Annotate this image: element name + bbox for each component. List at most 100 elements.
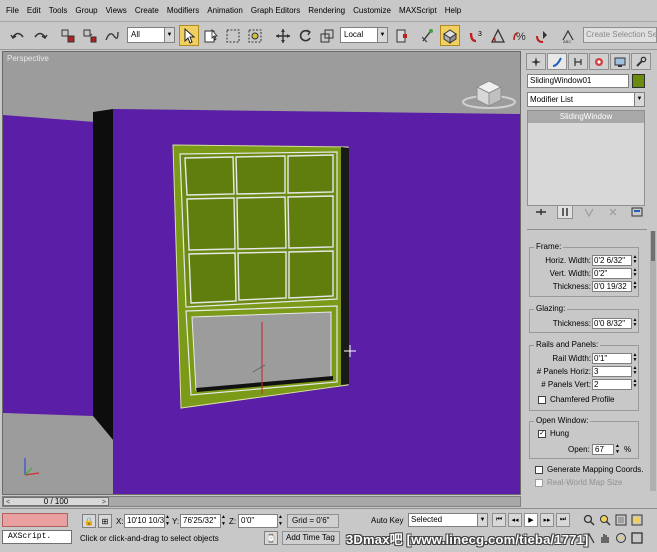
go-to-start-button[interactable]: ⏮ xyxy=(492,513,506,527)
angle-snap-button[interactable] xyxy=(488,25,508,46)
undo-button[interactable] xyxy=(8,25,28,46)
menu-graph-editors[interactable]: Graph Editors xyxy=(247,0,304,22)
time-slider-handle[interactable]: < 0 / 100 > xyxy=(3,497,109,506)
tab-motion[interactable] xyxy=(589,53,609,70)
spinner-arrows-icon[interactable]: ▲ ▼ xyxy=(632,255,638,266)
menu-modifiers[interactable]: Modifiers xyxy=(163,0,203,22)
select-by-name-button[interactable] xyxy=(201,25,221,46)
zoom-all-button[interactable] xyxy=(598,513,612,527)
spinner-arrows-icon[interactable]: ▲ ▼ xyxy=(221,514,226,528)
zoom-extents-button[interactable] xyxy=(614,513,628,527)
keyboard-shortcut-override-button[interactable] xyxy=(440,25,460,46)
modifier-list-dropdown[interactable]: Modifier List ▼ xyxy=(527,92,645,107)
object-color-swatch[interactable] xyxy=(632,74,645,88)
maximize-viewport-button[interactable] xyxy=(630,531,644,545)
snaps-toggle-button[interactable]: 3 xyxy=(466,25,486,46)
select-object-button[interactable] xyxy=(179,25,199,46)
tab-create[interactable] xyxy=(526,53,546,70)
lock-selection-icon[interactable]: 🔒 xyxy=(82,514,96,528)
window-crossing-button[interactable] xyxy=(245,25,265,46)
zoom-button[interactable] xyxy=(582,513,596,527)
spinner-arrows-icon[interactable]: ▲ ▼ xyxy=(632,318,638,329)
panels-horiz-spinner[interactable]: 3 xyxy=(592,366,632,377)
arc-rotate-button[interactable] xyxy=(614,531,628,545)
percent-snap-button[interactable]: % xyxy=(510,25,530,46)
panels-vert-spinner[interactable]: 2 xyxy=(592,379,632,390)
menu-help[interactable]: Help xyxy=(441,0,465,22)
unlink-button[interactable] xyxy=(80,25,100,46)
viewport-label[interactable]: Perspective xyxy=(7,54,49,63)
generate-mapping-checkbox[interactable] xyxy=(535,466,543,474)
redo-button[interactable] xyxy=(30,25,50,46)
hung-checkbox[interactable]: ✓ xyxy=(538,430,546,438)
menu-views[interactable]: Views xyxy=(102,0,131,22)
configure-sets-button[interactable] xyxy=(629,205,645,219)
spinner-arrows-icon[interactable]: ▲ ▼ xyxy=(632,379,638,390)
view-cube[interactable] xyxy=(462,80,516,109)
scrollbar-thumb[interactable] xyxy=(651,231,655,261)
previous-frame-button[interactable]: ◂◂ xyxy=(508,513,522,527)
chamfered-profile-checkbox[interactable] xyxy=(538,396,546,404)
menu-customize[interactable]: Customize xyxy=(349,0,395,22)
x-coord-input[interactable]: 10'10 10/3 xyxy=(124,514,165,528)
play-button[interactable]: ▶ xyxy=(524,513,538,527)
key-filter-dropdown[interactable]: Selected ▼ xyxy=(408,513,488,527)
spinner-arrows-icon[interactable]: ▲ ▼ xyxy=(632,281,638,292)
spinner-arrows-icon[interactable]: ▲ ▼ xyxy=(632,366,638,377)
menu-rendering[interactable]: Rendering xyxy=(304,0,349,22)
select-and-scale-button[interactable] xyxy=(317,25,337,46)
tab-modify[interactable] xyxy=(547,53,567,70)
pan-button[interactable] xyxy=(598,531,612,545)
tab-display[interactable] xyxy=(610,53,630,70)
bind-space-warp-button[interactable] xyxy=(102,25,122,46)
time-tag-icon[interactable]: ⌚ xyxy=(264,531,278,545)
pin-stack-button[interactable] xyxy=(533,205,549,219)
selection-filter-dropdown[interactable]: All ▼ xyxy=(127,27,175,43)
spinner-arrows-icon[interactable]: ▲ ▼ xyxy=(278,514,283,528)
spinner-arrows-icon[interactable]: ▲ ▼ xyxy=(632,353,638,364)
menu-tools[interactable]: Tools xyxy=(45,0,72,22)
real-world-map-checkbox[interactable] xyxy=(535,479,543,487)
z-coord-input[interactable]: 0'0" xyxy=(238,514,278,528)
named-selection-edit-button[interactable]: ABC xyxy=(558,25,578,46)
spinner-arrows-icon[interactable]: ▲ ▼ xyxy=(615,443,621,455)
named-selection-input[interactable]: Create Selection Se xyxy=(583,27,657,43)
object-name-input[interactable]: SlidingWindow01 xyxy=(527,74,629,88)
vert-width-spinner[interactable]: 0'2" xyxy=(592,268,632,279)
zoom-extents-all-button[interactable] xyxy=(630,513,644,527)
frame-thickness-spinner[interactable]: 0'0 19/32 xyxy=(592,281,632,292)
next-frame-button[interactable]: ▸▸ xyxy=(540,513,554,527)
chevron-right-icon[interactable]: > xyxy=(102,499,106,507)
spinner-snap-button[interactable] xyxy=(532,25,552,46)
select-manipulate-button[interactable] xyxy=(418,25,438,46)
maxscript-listener-input[interactable]: AXScript. xyxy=(2,530,72,544)
rectangular-selection-button[interactable] xyxy=(223,25,243,46)
auto-key-button[interactable]: Auto Key xyxy=(371,514,407,528)
menu-maxscript[interactable]: MAXScript xyxy=(395,0,441,22)
show-end-result-button[interactable] xyxy=(557,205,573,219)
macro-recorder-box[interactable] xyxy=(2,513,68,527)
make-unique-button[interactable] xyxy=(581,205,597,219)
pivot-center-button[interactable] xyxy=(392,25,412,46)
remove-modifier-button[interactable] xyxy=(605,205,621,219)
menu-file[interactable]: File xyxy=(2,0,23,22)
rail-width-spinner[interactable]: 0'1" xyxy=(592,353,632,364)
tab-utilities[interactable] xyxy=(631,53,651,70)
menu-create[interactable]: Create xyxy=(131,0,163,22)
select-and-move-button[interactable] xyxy=(273,25,293,46)
glazing-thickness-spinner[interactable]: 0'0 8/32" xyxy=(592,318,632,329)
tab-hierarchy[interactable] xyxy=(568,53,588,70)
menu-animation[interactable]: Animation xyxy=(203,0,247,22)
y-coord-input[interactable]: 76'25/32" xyxy=(180,514,221,528)
reference-coord-dropdown[interactable]: Local ▼ xyxy=(340,27,388,43)
open-percent-spinner[interactable]: 67 xyxy=(592,444,614,455)
menu-group[interactable]: Group xyxy=(71,0,101,22)
go-to-end-button[interactable]: ⏭ xyxy=(556,513,570,527)
stack-item-slidingwindow[interactable]: SlidingWindow xyxy=(528,111,644,123)
select-and-link-button[interactable] xyxy=(58,25,78,46)
chevron-left-icon[interactable]: < xyxy=(6,499,10,507)
select-and-rotate-button[interactable] xyxy=(295,25,315,46)
menu-edit[interactable]: Edit xyxy=(23,0,45,22)
absolute-mode-icon[interactable]: ⊞ xyxy=(98,514,112,528)
perspective-viewport[interactable]: Perspective xyxy=(2,51,521,495)
